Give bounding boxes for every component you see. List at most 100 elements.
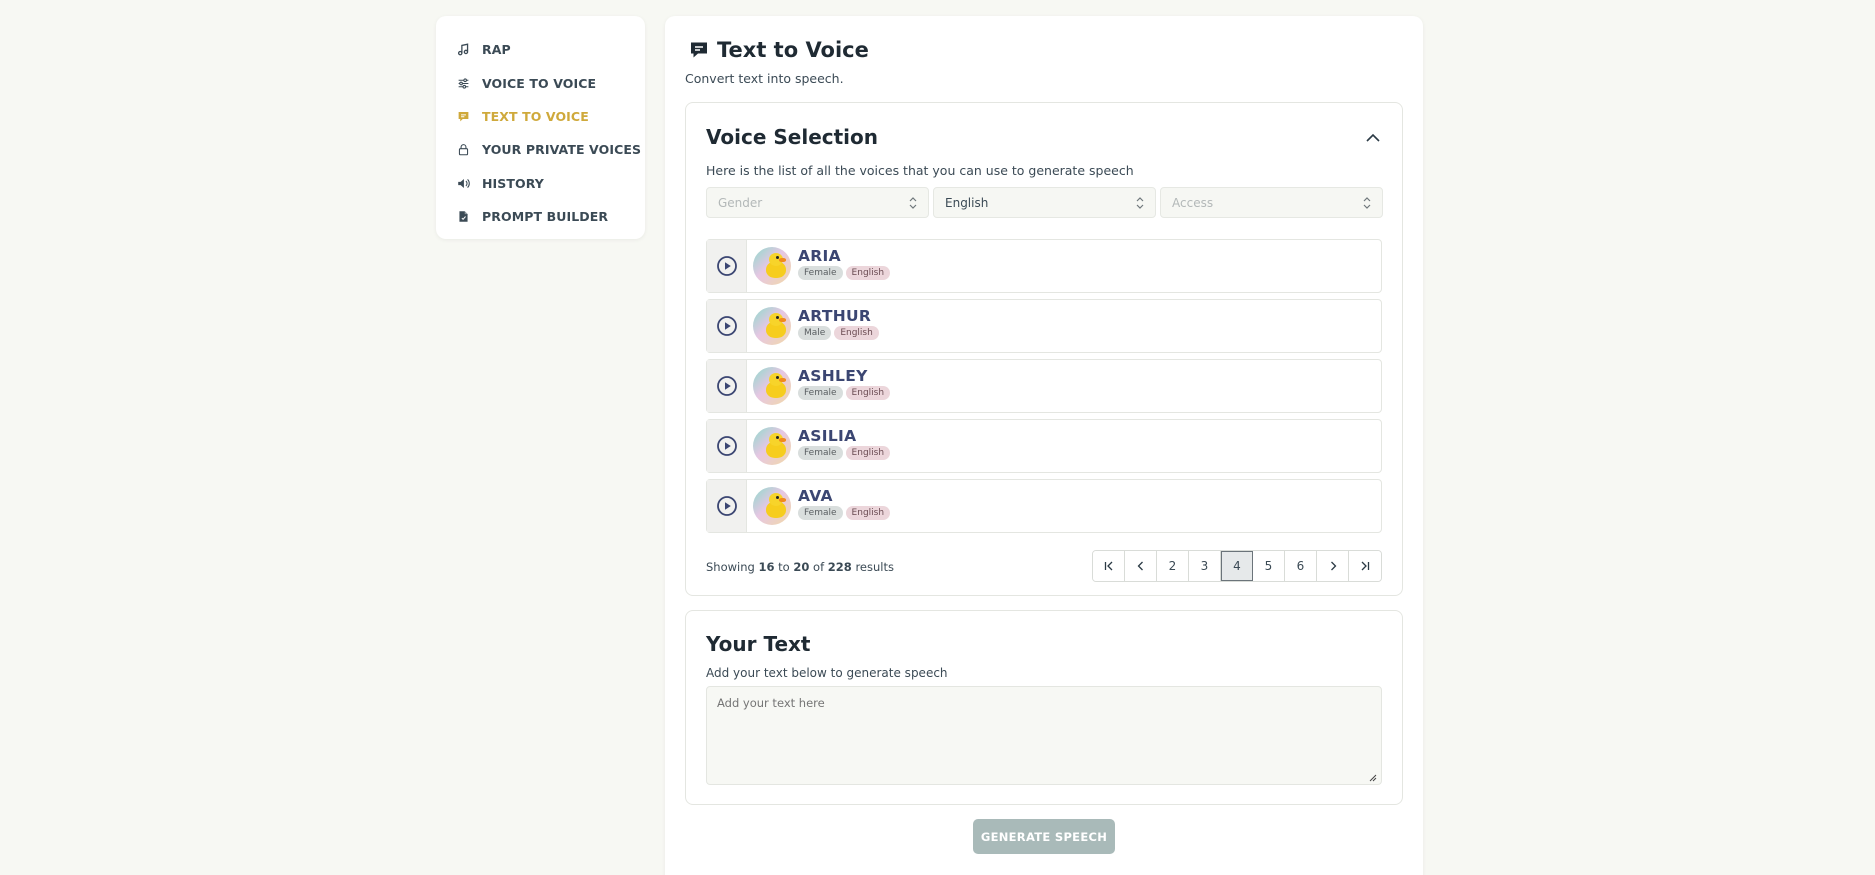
your-text-panel: Your Text Add your text below to generat… bbox=[685, 610, 1403, 805]
sidebar-item-voice-to-voice[interactable]: VOICE TO VOICE bbox=[436, 66, 645, 99]
voice-name: ASILIA bbox=[798, 427, 857, 445]
pagination: 2 3 4 5 6 bbox=[1092, 550, 1382, 582]
page-button-6[interactable]: 6 bbox=[1285, 551, 1317, 581]
play-circle-icon bbox=[716, 256, 737, 276]
page-button-5[interactable]: 5 bbox=[1253, 551, 1285, 581]
page-button-4-current[interactable]: 4 bbox=[1221, 551, 1253, 581]
gender-badge: Male bbox=[798, 326, 832, 340]
results-suffix: results bbox=[855, 560, 894, 574]
speaker-icon bbox=[456, 176, 470, 190]
select-arrows-icon bbox=[1136, 196, 1144, 209]
select-arrows-icon bbox=[1363, 196, 1371, 209]
sidebar-item-label: TEXT TO VOICE bbox=[482, 108, 589, 124]
sidebar-item-rap[interactable]: RAP bbox=[436, 33, 645, 66]
play-circle-icon bbox=[716, 496, 737, 516]
first-page-icon bbox=[1104, 561, 1112, 571]
results-total: 228 bbox=[827, 560, 852, 574]
results-prefix: Showing bbox=[706, 560, 755, 574]
language-badge: English bbox=[834, 326, 879, 340]
voice-avatar bbox=[753, 367, 791, 405]
chevron-right-icon bbox=[1330, 561, 1336, 571]
play-button[interactable] bbox=[707, 300, 747, 352]
language-badge: English bbox=[845, 446, 891, 460]
lock-icon bbox=[456, 143, 470, 157]
play-button[interactable] bbox=[707, 420, 747, 472]
music-note-icon bbox=[456, 43, 470, 57]
voice-row-arthur[interactable]: ARTHUR Male English bbox=[706, 299, 1382, 353]
sidebar-item-prompt-builder[interactable]: PROMPT BUILDER bbox=[436, 200, 645, 233]
voice-name: ARTHUR bbox=[798, 307, 872, 325]
chevron-up-icon[interactable] bbox=[1364, 129, 1382, 147]
sidebar-item-label: PROMPT BUILDER bbox=[482, 209, 609, 225]
last-page-icon bbox=[1361, 561, 1370, 571]
results-of-word: of bbox=[813, 560, 825, 574]
language-select[interactable]: English bbox=[933, 187, 1156, 218]
text-input[interactable] bbox=[706, 686, 1382, 785]
gender-badge: Female bbox=[798, 266, 843, 280]
results-summary: Showing 16 to 20 of 228 results bbox=[706, 560, 894, 574]
select-arrows-icon bbox=[909, 196, 917, 209]
page-button-2[interactable]: 2 bbox=[1157, 551, 1189, 581]
voice-list: ARIA Female English ARTHUR Male English bbox=[706, 239, 1382, 539]
gender-badge: Female bbox=[798, 446, 843, 460]
sidebar-item-label: HISTORY bbox=[482, 175, 544, 191]
voice-selection-panel: Voice Selection Here is the list of all … bbox=[685, 102, 1403, 596]
play-circle-icon bbox=[716, 376, 737, 396]
sidebar-item-label: RAP bbox=[482, 42, 511, 58]
access-select[interactable]: Access bbox=[1160, 187, 1383, 218]
previous-page-button[interactable] bbox=[1125, 551, 1157, 581]
your-text-description: Add your text below to generate speech bbox=[706, 666, 948, 680]
resize-handle-icon[interactable] bbox=[1367, 772, 1377, 782]
results-from: 16 bbox=[758, 560, 775, 574]
results-to: 20 bbox=[793, 560, 810, 574]
language-badge: English bbox=[845, 266, 891, 280]
gender-badge: Female bbox=[798, 506, 843, 520]
sidebar-item-label: YOUR PRIVATE VOICES bbox=[482, 142, 642, 158]
sidebar-nav: RAP VOICE TO VOICE TEXT TO VOICE YOUR PR… bbox=[436, 16, 645, 239]
voice-name: ARIA bbox=[798, 247, 841, 265]
chat-bubble-icon bbox=[689, 40, 709, 60]
gender-select[interactable]: Gender bbox=[706, 187, 929, 218]
last-page-button[interactable] bbox=[1349, 551, 1381, 581]
voice-row-aria[interactable]: ARIA Female English bbox=[706, 239, 1382, 293]
sidebar-item-history[interactable]: HISTORY bbox=[436, 167, 645, 200]
voice-avatar bbox=[753, 247, 791, 285]
page-title: Text to Voice bbox=[689, 38, 869, 62]
sidebar-item-private-voices[interactable]: YOUR PRIVATE VOICES bbox=[436, 133, 645, 166]
voice-selection-title: Voice Selection bbox=[706, 125, 879, 149]
page-button-3[interactable]: 3 bbox=[1189, 551, 1221, 581]
voice-filters: Gender English Access bbox=[706, 187, 1383, 218]
voice-row-ashley[interactable]: ASHLEY Female English bbox=[706, 359, 1382, 413]
language-badge: English bbox=[845, 506, 891, 520]
your-text-title: Your Text bbox=[706, 632, 811, 656]
page-subtitle: Convert text into speech. bbox=[685, 71, 844, 86]
play-circle-icon bbox=[716, 316, 737, 336]
sidebar-item-text-to-voice[interactable]: TEXT TO VOICE bbox=[436, 100, 645, 133]
next-page-button[interactable] bbox=[1317, 551, 1349, 581]
voice-selection-description: Here is the list of all the voices that … bbox=[706, 163, 1134, 178]
play-button[interactable] bbox=[707, 480, 747, 532]
voice-avatar bbox=[753, 307, 791, 345]
gender-badge: Female bbox=[798, 386, 843, 400]
voice-name: AVA bbox=[798, 487, 833, 505]
document-icon bbox=[456, 210, 470, 224]
play-button[interactable] bbox=[707, 360, 747, 412]
voice-row-asilia[interactable]: ASILIA Female English bbox=[706, 419, 1382, 473]
voice-avatar bbox=[753, 487, 791, 525]
chat-bubble-icon bbox=[456, 109, 470, 123]
gender-select-value: Gender bbox=[718, 195, 763, 210]
first-page-button[interactable] bbox=[1093, 551, 1125, 581]
voice-avatar bbox=[753, 427, 791, 465]
voice-row-ava[interactable]: AVA Female English bbox=[706, 479, 1382, 533]
sliders-icon bbox=[456, 76, 470, 90]
main-card: Text to Voice Convert text into speech. … bbox=[665, 16, 1423, 875]
generate-speech-button[interactable]: GENERATE SPEECH bbox=[973, 819, 1115, 854]
results-to-word: to bbox=[778, 560, 790, 574]
page-title-text: Text to Voice bbox=[717, 38, 869, 62]
play-circle-icon bbox=[716, 436, 737, 456]
chevron-left-icon bbox=[1137, 561, 1143, 571]
voice-name: ASHLEY bbox=[798, 367, 868, 385]
language-select-value: English bbox=[945, 195, 989, 210]
access-select-value: Access bbox=[1172, 195, 1214, 210]
play-button[interactable] bbox=[707, 240, 747, 292]
